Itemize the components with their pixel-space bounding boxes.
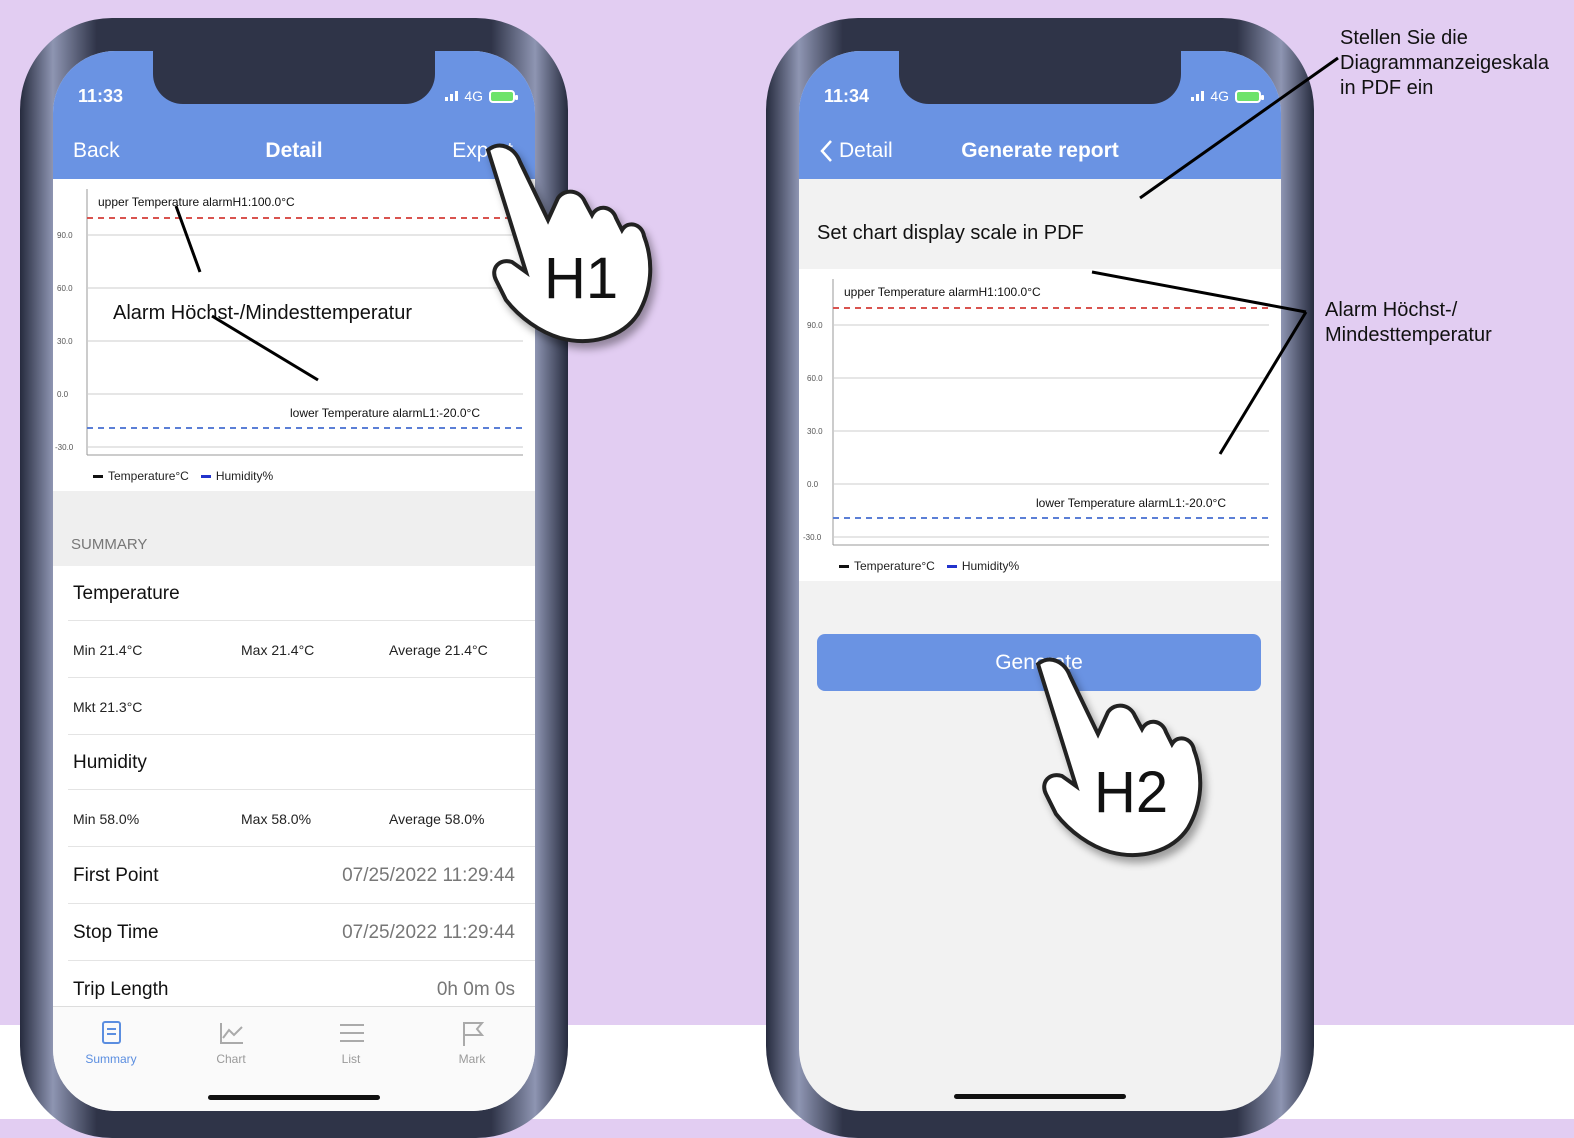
page-title: Generate report (961, 139, 1119, 162)
scale-setting-section: Set chart display scale in PDF (799, 179, 1281, 269)
temp-mkt: Mkt 21.3°C (73, 698, 143, 715)
legend-temperature: Temperature°C (839, 559, 935, 573)
temp-min: Min 21.4°C (73, 641, 143, 658)
temperature-title-row: Temperature (53, 566, 535, 621)
status-indicators: 4G (1191, 88, 1264, 104)
temperature-title: Temperature (73, 582, 180, 604)
mkt-row: Mkt 21.3°C (53, 678, 535, 735)
lower-alarm-label: lower Temperature alarmL1:-20.0°C (290, 406, 480, 420)
y-tick-label: 0.0 (57, 390, 69, 399)
temp-average: Average 21.4°C (389, 641, 488, 658)
tab-mark[interactable]: Mark (427, 1019, 517, 1066)
y-tick-label: 30.0 (57, 337, 73, 346)
upper-alarm-label: upper Temperature alarmH1:100.0°C (844, 285, 1041, 299)
generate-button[interactable]: Generate (817, 634, 1261, 691)
temp-max: Max 21.4°C (241, 641, 315, 658)
summary-icon (102, 1021, 121, 1044)
chart-icon (220, 1023, 243, 1044)
stop-time-row: Stop Time 07/25/2022 11:29:44 (53, 904, 535, 961)
home-indicator (954, 1094, 1126, 1099)
first-point-value: 07/25/2022 11:29:44 (342, 864, 515, 886)
flag-icon (463, 1022, 485, 1046)
hum-average: Average 58.0% (389, 810, 485, 827)
stop-time-value: 07/25/2022 11:29:44 (342, 921, 515, 943)
trip-length-value: 0h 0m 0s (436, 978, 515, 1000)
signal-icon (445, 91, 459, 101)
upper-alarm-label: upper Temperature alarmH1:100.0°C (98, 195, 295, 209)
status-indicators: 4G (445, 88, 518, 104)
list-icon (340, 1024, 364, 1042)
tab-chart[interactable]: Chart (186, 1019, 276, 1066)
battery-icon (489, 89, 518, 103)
trip-length-label: Trip Length (73, 978, 169, 1000)
tab-list[interactable]: List (306, 1019, 396, 1066)
status-time: 11:33 (78, 86, 124, 106)
tab-summary[interactable]: Summary (66, 1019, 156, 1066)
screen-detail: 11:33 4G Back Detail Export 90.0 60.0 30… (53, 51, 535, 1111)
scale-annotation: Stellen Sie die Diagrammanzeigeskala in … (1340, 27, 1549, 99)
alarm-annotation-right: Alarm Höchst-/ Mindesttemperatur (1325, 299, 1492, 346)
legend-temperature: Temperature°C (93, 469, 189, 483)
humidity-title: Humidity (73, 751, 147, 773)
network-type: 4G (464, 88, 483, 104)
chart-legend: Temperature°C Humidity% (839, 559, 1019, 573)
y-tick-label: 60.0 (807, 374, 823, 383)
battery-icon (1235, 89, 1264, 103)
network-type: 4G (1210, 88, 1229, 104)
scale-setting-label[interactable]: Set chart display scale in PDF (817, 222, 1084, 245)
stop-time-label: Stop Time (73, 921, 159, 943)
first-point-label: First Point (73, 864, 159, 886)
y-tick-label: -30.0 (55, 443, 74, 452)
humidity-stats-row: Min 58.0% Max 58.0% Average 58.0% (53, 790, 535, 847)
y-tick-label: 30.0 (807, 427, 823, 436)
status-time: 11:34 (824, 86, 870, 106)
export-button[interactable]: Export (452, 139, 513, 163)
home-indicator (208, 1095, 380, 1100)
hum-min: Min 58.0% (73, 810, 140, 827)
y-tick-label: 90.0 (807, 321, 823, 330)
legend-humidity: Humidity% (946, 559, 1019, 573)
chart-svg: 90.0 60.0 30.0 0.0 -30.0 upper Temperatu… (803, 279, 1269, 546)
pdf-chart-preview: 90.0 60.0 30.0 0.0 -30.0 upper Temperatu… (799, 269, 1281, 581)
y-tick-label: -30.0 (803, 533, 822, 542)
temperature-stats-row: Min 21.4°C Max 21.4°C Average 21.4°C (53, 621, 535, 678)
alarm-annotation: Alarm Höchst-/Mindesttemperatur (113, 302, 412, 324)
first-point-row: First Point 07/25/2022 11:29:44 (53, 847, 535, 904)
phone-generate-report: 11:34 4G Detail Generate report Set char… (766, 18, 1314, 1138)
phone-notch (899, 51, 1181, 104)
hum-max: Max 58.0% (241, 810, 312, 827)
screen-generate-report: 11:34 4G Detail Generate report Set char… (799, 51, 1281, 1111)
y-tick-label: 60.0 (57, 284, 73, 293)
phone-notch (153, 51, 435, 104)
temperature-chart: 90.0 60.0 30.0 0.0 -30.0 upper Temperatu… (53, 179, 535, 491)
phone-detail: 11:33 4G Back Detail Export 90.0 60.0 30… (20, 18, 568, 1138)
y-tick-label: 90.0 (57, 231, 73, 240)
chart-legend: Temperature°C Humidity% (93, 469, 273, 483)
signal-icon (1191, 91, 1205, 101)
chart-svg: 90.0 60.0 30.0 0.0 -30.0 upper Temperatu… (55, 189, 523, 456)
humidity-title-row: Humidity (53, 735, 535, 790)
legend-humidity: Humidity% (200, 469, 273, 483)
summary-header: SUMMARY (53, 491, 535, 566)
y-tick-label: 0.0 (807, 480, 819, 489)
tab-bar: Summary Chart List Mark (53, 1006, 535, 1111)
lower-alarm-label: lower Temperature alarmL1:-20.0°C (1036, 496, 1226, 510)
